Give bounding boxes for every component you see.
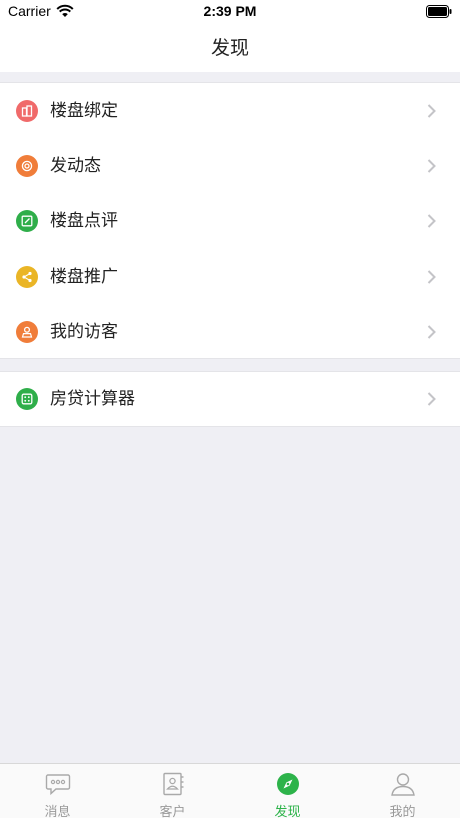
tab-label: 消息 [44,805,71,818]
edit-icon [16,210,38,233]
tab-customers[interactable]: 客户 [115,764,230,818]
tab-messages[interactable]: 消息 [0,764,115,818]
menu-item-label: 楼盘点评 [50,211,118,232]
chevron-right-icon [427,159,436,173]
compass-icon [277,773,299,795]
share-icon [16,265,38,288]
menu-item-label: 房贷计算器 [50,389,135,409]
message-icon [45,774,71,796]
menu-item-building-promotion[interactable]: 楼盘推广 [0,249,460,304]
camera-icon [16,155,38,178]
contacts-icon [163,772,184,796]
chevron-right-icon [427,325,436,339]
visitor-icon [16,321,38,344]
chevron-right-icon [427,392,436,406]
chevron-right-icon [427,270,436,284]
menu-item-building-bind[interactable]: 楼盘绑定 [0,83,460,138]
tab-bar: 消息 客户 发现 我的 [0,763,460,818]
top-bar: Carrier 2:39 PM 发现 [0,0,460,72]
page-title: 发现 [210,37,249,59]
menu-item-building-review[interactable]: 楼盘点评 [0,194,460,249]
tab-profile[interactable]: 我的 [345,764,460,818]
status-bar: Carrier 2:39 PM [0,0,460,24]
menu-item-label: 楼盘推广 [50,266,118,287]
menu-item-label: 楼盘绑定 [50,100,118,121]
menu-item-label: 发动态 [50,156,101,177]
tab-discover[interactable]: 发现 [230,764,345,818]
tab-label: 发现 [274,805,301,818]
status-time: 2:39 PM [203,3,257,19]
chevron-right-icon [427,103,436,118]
menu-item-post-update[interactable]: 发动态 [0,138,460,193]
menu-item-mortgage-calculator[interactable]: 房贷计算器 [0,372,460,426]
discover-menu-group: 楼盘绑定 发动态 楼盘点评 楼盘推广 我的访客 [0,82,460,359]
calculator-icon [16,388,38,410]
tools-menu-group: 房贷计算器 [0,371,460,427]
battery-icon [426,5,452,18]
building-icon [16,99,38,122]
tab-label: 我的 [389,805,416,818]
menu-item-my-visitors[interactable]: 我的访客 [0,305,460,360]
tab-label: 客户 [159,805,186,818]
person-icon [391,773,415,796]
menu-item-label: 我的访客 [50,322,118,343]
chevron-right-icon [427,214,436,229]
